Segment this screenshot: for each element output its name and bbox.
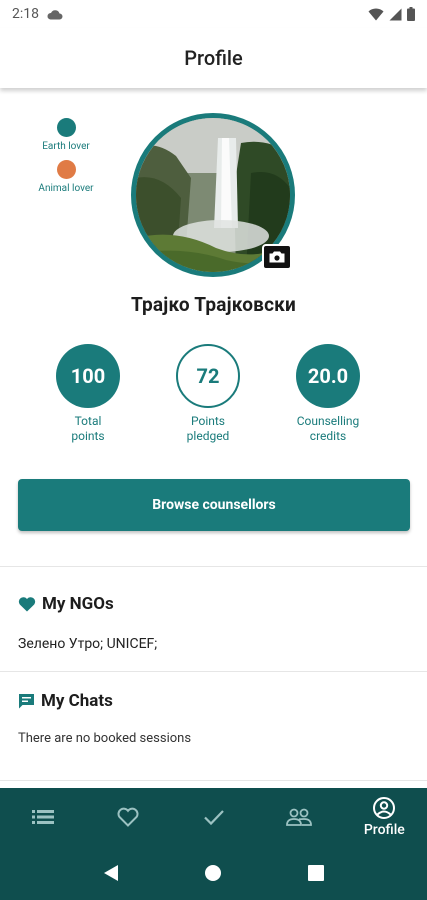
ngos-section-title: My NGOs — [18, 594, 114, 614]
divider — [0, 780, 427, 781]
badge-dot — [56, 160, 76, 179]
camera-icon — [269, 251, 285, 263]
app-bar: Profile — [0, 28, 427, 88]
stat-label-line: Points — [190, 414, 225, 428]
wifi-icon — [368, 8, 384, 20]
stat-total-points: 100 Total points — [38, 344, 138, 444]
system-navigation — [0, 846, 427, 900]
page-title: Profile — [184, 46, 243, 70]
stat-label-line: Counselling — [296, 414, 360, 428]
divider — [0, 566, 427, 567]
ngos-title: My NGOs — [42, 594, 114, 614]
battery-icon — [407, 7, 415, 21]
signal-icon — [389, 8, 402, 20]
stat-value: 100 — [56, 344, 120, 408]
nav-label-profile: Profile — [363, 822, 405, 838]
stat-label: Points pledged — [158, 414, 258, 444]
user-name: Трајко Трајковски — [130, 293, 297, 316]
badges-list: Earth lover Animal lover — [30, 118, 102, 202]
heart-icon — [18, 597, 36, 612]
badge-animal-lover: Animal lover — [30, 160, 102, 194]
recents-icon[interactable] — [308, 865, 325, 881]
account-circle-icon — [373, 797, 396, 819]
nav-item-list[interactable] — [0, 788, 85, 846]
stat-label-line: points — [71, 429, 105, 443]
heart-outline-icon — [117, 807, 139, 827]
home-icon[interactable] — [204, 864, 222, 882]
stat-value: 20.0 — [296, 344, 360, 408]
ngos-list-text: Зелено Утро; UNICEF; — [18, 636, 158, 652]
browse-counsellors-button[interactable]: Browse counsellors — [18, 479, 410, 531]
camera-button[interactable] — [262, 244, 292, 270]
stat-label: Counselling credits — [278, 414, 378, 444]
nav-item-tasks[interactable] — [171, 788, 256, 846]
nav-item-favorites[interactable] — [85, 788, 170, 846]
status-bar: 2:18 — [0, 0, 427, 28]
stat-label-line: pledged — [186, 429, 230, 443]
chats-status-text: There are no booked sessions — [18, 731, 192, 746]
chat-icon — [19, 693, 34, 708]
badge-label: Earth lover — [42, 141, 90, 152]
nav-item-people[interactable] — [256, 788, 341, 846]
stat-label-line: credits — [309, 429, 347, 443]
badge-earth-lover: Earth lover — [30, 118, 102, 152]
chats-section-title: My Chats — [18, 691, 113, 711]
people-icon — [286, 808, 312, 826]
stat-points-pledged: 72 Points pledged — [158, 344, 258, 444]
status-time: 2:18 — [12, 6, 39, 22]
nav-item-profile[interactable]: Profile — [342, 788, 427, 846]
chats-title: My Chats — [41, 691, 113, 711]
stat-value: 72 — [176, 344, 240, 408]
list-icon — [31, 810, 54, 824]
badge-dot — [56, 118, 76, 137]
check-icon — [203, 810, 224, 826]
back-icon[interactable] — [103, 864, 119, 882]
divider — [0, 671, 427, 672]
stat-label-line: Total — [74, 414, 102, 428]
badge-label: Animal lover — [38, 183, 94, 194]
bottom-navigation: Profile — [0, 788, 427, 846]
stat-label: Total points — [38, 414, 138, 444]
cloud-icon — [47, 9, 63, 19]
stat-counselling-credits: 20.0 Counselling credits — [278, 344, 378, 444]
